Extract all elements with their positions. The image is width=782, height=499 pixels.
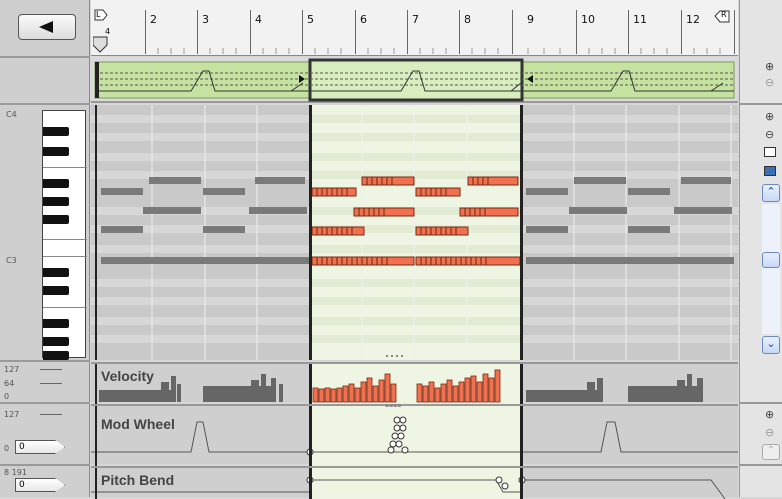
scroll-up-button[interactable]: ⌃ [762, 184, 780, 202]
right-locator[interactable]: R [713, 9, 731, 23]
velocity-bars [95, 364, 703, 404]
bar-number: 11 [633, 13, 647, 26]
divider [0, 360, 90, 362]
divider [0, 402, 90, 404]
black-key[interactable] [43, 215, 69, 224]
overview-graph [94, 58, 735, 102]
bar-number: 10 [581, 13, 595, 26]
black-key[interactable] [43, 179, 69, 188]
bar-number: 6 [360, 13, 367, 26]
bar-number: 5 [307, 13, 314, 26]
note-grid [91, 105, 738, 360]
ruler-ticks [157, 48, 721, 54]
piano-roll-grid[interactable] [91, 105, 738, 360]
velocity-mid-label: 64 [4, 379, 15, 388]
note-label-c4: C4 [6, 110, 17, 119]
scroll-down-button[interactable]: ⌄ [762, 336, 780, 354]
velocity-max-label: 127 [4, 365, 20, 374]
note-label-c3: C3 [6, 256, 17, 265]
black-key[interactable] [43, 286, 69, 295]
bar-number: 9 [527, 13, 534, 26]
divider [0, 56, 90, 58]
mod-wheel-lane[interactable]: Mod Wheel ▪▪▪▪ [91, 402, 738, 466]
scroll-thumb[interactable] [762, 252, 780, 268]
zoom-out-icon[interactable]: ⊖ [765, 128, 774, 141]
zoom-in-icon[interactable]: ⊕ [765, 60, 774, 73]
black-key[interactable] [43, 337, 69, 346]
zoom-in-icon[interactable]: ⊕ [765, 408, 774, 421]
back-arrow-icon [39, 21, 53, 33]
bar-number: 7 [412, 13, 419, 26]
bar-number: 3 [202, 13, 209, 26]
black-key[interactable] [43, 147, 69, 156]
black-key[interactable] [43, 127, 69, 136]
mod-max-label: 127 [4, 410, 20, 419]
pitch-max-label: 8 191 [4, 468, 27, 477]
mod-zero-label: 0 [4, 444, 10, 453]
black-key[interactable] [43, 197, 69, 206]
mod-wheel-title: Mod Wheel [101, 416, 175, 432]
bar-ruler[interactable]: 2 3 4 5 6 7 8 9 10 11 12 13 L 4 R [91, 0, 752, 56]
piano-keyboard[interactable] [42, 110, 87, 360]
bar-number: 4 [255, 13, 262, 26]
pitch-bend-lane[interactable]: Pitch Bend [91, 466, 738, 499]
divider [0, 103, 90, 105]
bar-number: 2 [150, 13, 157, 26]
velocity-min-label: 0 [4, 392, 10, 401]
zoom-out-icon[interactable]: ⊖ [765, 426, 774, 439]
lane-scroll-up-button[interactable]: ⌃ [762, 444, 780, 460]
zoom-in-icon[interactable]: ⊕ [765, 110, 774, 123]
left-panel: C4 C3 127 64 0 127 0 0 8 191 0 [0, 0, 90, 497]
bar-number: 12 [686, 13, 700, 26]
zoom-out-icon[interactable]: ⊖ [765, 76, 774, 89]
pitch-value-field[interactable]: 0 [15, 478, 65, 492]
vertical-scrollbar[interactable] [762, 204, 780, 334]
mod-wheel-curve [91, 406, 738, 466]
black-key[interactable] [43, 268, 69, 277]
divider [0, 464, 90, 466]
color-options-icon[interactable] [764, 166, 776, 176]
right-panel: ⊕ ⊖ ⊕ ⊖ ⌃ ⌄ ⊕ ⊖ ⌃ [739, 0, 782, 497]
velocity-lane[interactable]: Velocity [91, 362, 738, 404]
view-options-icon[interactable] [764, 147, 776, 157]
overview-strip[interactable] [91, 57, 738, 103]
pitch-bend-curve [91, 468, 726, 499]
back-button[interactable] [18, 14, 76, 40]
mod-value-field[interactable]: 0 [15, 440, 65, 454]
pitch-bend-title: Pitch Bend [101, 472, 175, 488]
bar-number: 8 [464, 13, 471, 26]
black-key[interactable] [43, 319, 69, 328]
black-key[interactable] [43, 351, 69, 360]
